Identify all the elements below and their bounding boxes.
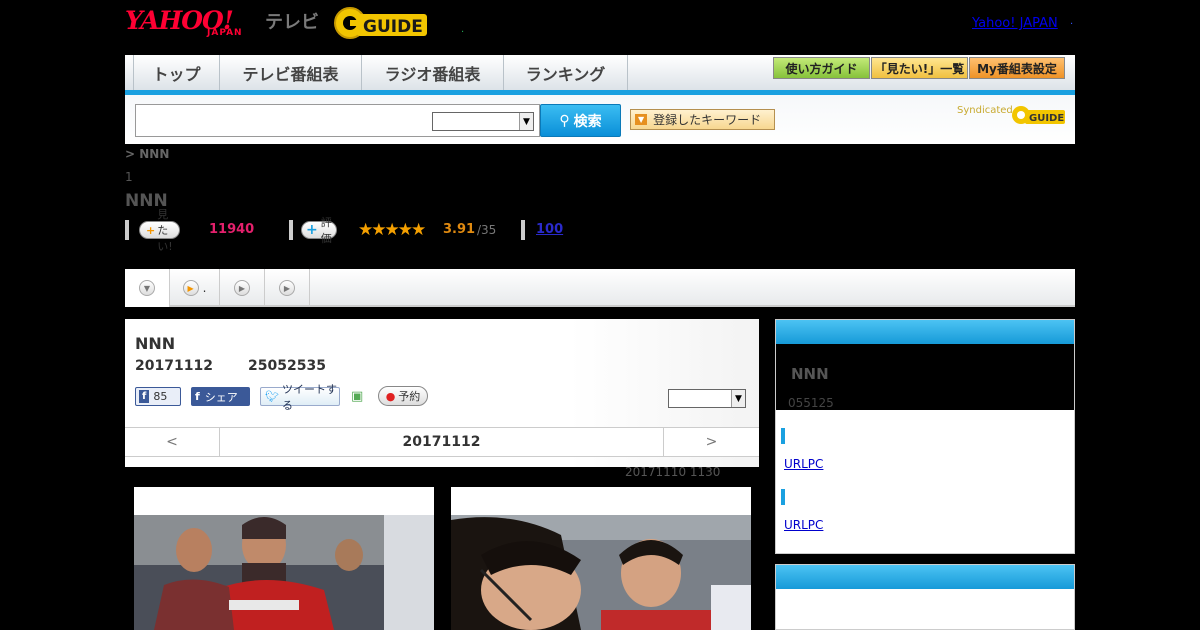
date-navigator: < 20171112 > — [125, 427, 759, 457]
my-schedule-button[interactable]: My番組表設定 — [969, 57, 1065, 79]
chevron-down-icon: ▼ — [139, 280, 155, 296]
rate-button[interactable]: + 評価 — [301, 216, 337, 245]
search-button[interactable]: ⚲ 検索 — [540, 104, 621, 137]
like-count: 85 — [153, 390, 168, 403]
card-title: NNN — [135, 334, 176, 353]
program-photo-1[interactable] — [134, 487, 434, 630]
section-marker — [781, 428, 785, 444]
sidebar-panel: NNN 055125 URLPC URLPC — [775, 319, 1075, 554]
registered-keyword-button[interactable]: ▼ 登録したキーワード — [630, 109, 775, 130]
want-count: 11940 — [209, 222, 255, 237]
search-genre-select[interactable]: ▼ — [432, 112, 534, 131]
record-icon: ● — [385, 389, 396, 403]
chevron-down-icon: ▼ — [519, 113, 533, 130]
svg-text:GUIDE: GUIDE — [1029, 113, 1064, 124]
play-icon: ▶ — [279, 280, 295, 296]
next-date-button[interactable]: > — [663, 428, 759, 456]
divider — [125, 220, 129, 240]
program-card: NNN 20171112 25052535 f 85 f シェア 🐦︎ ツイート… — [125, 319, 759, 467]
gguide-small-logo: GUIDE — [1012, 106, 1065, 124]
divider — [521, 220, 525, 240]
runners-photo — [134, 515, 434, 630]
sidebar-panel-2 — [775, 564, 1075, 630]
signing-photo — [451, 515, 751, 630]
plus-icon: + — [146, 223, 156, 237]
share-label: シェア — [204, 390, 238, 404]
brand-header: YAHOO! JAPAN テレビ GUIDE — [125, 6, 465, 44]
nav-tab-tv-schedule[interactable]: テレビ番組表 — [220, 55, 362, 90]
current-date: 20171112 — [402, 434, 481, 450]
gguide-text: GUIDE — [363, 17, 423, 37]
want-label: 見たい! — [157, 208, 173, 253]
search-button-label: 検索 — [573, 113, 602, 130]
program-id: 25052535 — [248, 358, 326, 374]
sidebar-link-1[interactable]: URLPC — [784, 457, 823, 471]
rating-value: 3.91 — [443, 222, 476, 237]
tv-label: テレビ — [265, 12, 319, 33]
subtab-1-label: . — [202, 281, 207, 295]
rate-label: 評価 — [320, 216, 332, 245]
subtab-3[interactable]: ▶ — [265, 269, 310, 307]
separator-dot: . — [461, 24, 465, 35]
reserve-label: 予約 — [398, 390, 421, 403]
channel-select[interactable]: ▼ — [668, 389, 746, 408]
search-band: ▼ ⚲ 検索 ▼ 登録したキーワード Syndicated GUIDE — [125, 95, 1075, 144]
subtab-1[interactable]: ▶ . — [170, 269, 220, 307]
facebook-icon: f — [195, 390, 200, 403]
subtab-0[interactable]: ▼ — [125, 269, 170, 307]
reserve-button[interactable]: ● 予約 — [378, 386, 428, 406]
link-dot: . — [1070, 16, 1074, 27]
facebook-icon: f — [139, 390, 150, 403]
nav-tab-top[interactable]: トップ — [133, 55, 220, 90]
yahoo-japan-sub: JAPAN — [207, 28, 243, 38]
chevron-down-icon: ▼ — [731, 390, 745, 407]
registered-keyword-label: 登録したキーワード — [653, 113, 762, 127]
want-button[interactable]: + 見たい! — [139, 208, 180, 253]
twitter-icon: 🐦︎ — [265, 390, 279, 403]
sidebar-time: 055125 — [788, 396, 834, 410]
search-icon: ⚲ — [559, 112, 570, 129]
program-subtabs: ▼ ▶ . ▶ ▶ — [125, 269, 1075, 307]
nav-tab-radio-schedule[interactable]: ラジオ番組表 — [362, 55, 504, 90]
section-marker — [781, 489, 785, 505]
program-photo-2[interactable] — [451, 487, 751, 630]
play-icon: ▶ — [182, 280, 199, 296]
bookmark-icon[interactable]: ▣ — [351, 389, 363, 404]
sidebar-link-2[interactable]: URLPC — [784, 518, 823, 532]
facebook-like-button[interactable]: f 85 — [135, 387, 181, 406]
nav-tab-ranking[interactable]: ランキング — [504, 55, 628, 90]
facebook-share-button[interactable]: f シェア — [191, 387, 250, 406]
subtab-2[interactable]: ▶ — [220, 269, 265, 307]
prev-date-button[interactable]: < — [125, 428, 220, 456]
global-nav: トップ テレビ番組表 ラジオ番組表 ランキング 使い方ガイド 「見たい!」一覧 … — [125, 55, 1075, 95]
sidebar-header-2 — [776, 565, 1074, 589]
divider — [289, 220, 293, 240]
yahoo-japan-link[interactable]: Yahoo! JAPAN — [972, 16, 1058, 31]
breadcrumb[interactable]: > NNN — [125, 147, 169, 161]
plus-icon: + — [306, 222, 318, 238]
updated-timestamp: 20171110 1130 — [625, 465, 721, 479]
review-count-link[interactable]: 100 — [536, 222, 563, 237]
episode-number: 1 — [125, 170, 133, 184]
dropdown-arrow-icon: ▼ — [635, 114, 648, 125]
play-icon: ▶ — [234, 280, 250, 296]
broadcast-date: 20171112 — [135, 358, 213, 374]
sidebar-header — [776, 320, 1074, 344]
gguide-logo[interactable]: GUIDE — [333, 6, 433, 42]
rating-count: /35 — [477, 223, 497, 237]
want-list-button[interactable]: 「見たい!」一覧 — [871, 57, 968, 79]
guide-button[interactable]: 使い方ガイド — [773, 57, 870, 79]
sidebar-title: NNN — [791, 365, 829, 383]
tweet-button[interactable]: 🐦︎ ツイートする — [260, 383, 340, 412]
syndicated-label: Syndicated — [957, 105, 1013, 116]
tweet-label: ツイートする — [281, 382, 337, 412]
star-rating: ★★★★★ — [358, 220, 426, 240]
